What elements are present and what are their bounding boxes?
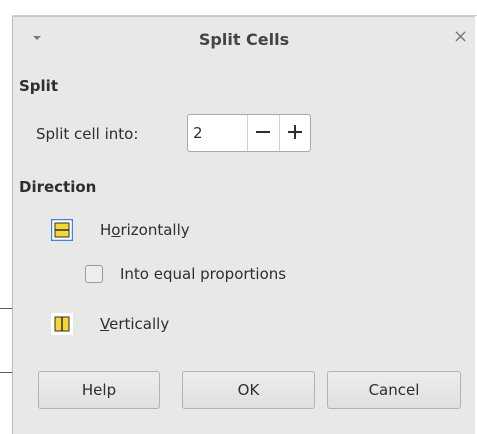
dialog-title: Split Cells <box>198 30 290 49</box>
ok-button[interactable]: OK <box>182 371 315 409</box>
horizontal-option-label[interactable]: Horizontally <box>100 221 190 239</box>
close-icon[interactable]: × <box>453 28 468 46</box>
help-button[interactable]: Help <box>38 371 160 409</box>
split-vertical-icon[interactable] <box>51 313 73 335</box>
split-cells-dialog: Split Cells × Split Split cell into: Dir… <box>12 16 475 434</box>
split-section-title: Split <box>19 77 58 95</box>
split-into-label: Split cell into: <box>36 125 139 143</box>
background-tick <box>0 372 12 373</box>
increment-button[interactable] <box>279 115 310 151</box>
decrement-button[interactable] <box>247 115 278 151</box>
direction-section-title: Direction <box>19 178 97 196</box>
split-horizontal-icon[interactable] <box>51 219 73 241</box>
vertical-option-label[interactable]: Vertically <box>100 315 169 333</box>
dialog-titlebar: Split Cells × <box>13 17 475 61</box>
minus-icon <box>256 131 270 133</box>
cancel-button[interactable]: Cancel <box>327 371 461 409</box>
equal-proportions-checkbox[interactable] <box>85 265 103 283</box>
equal-proportions-label[interactable]: Into equal proportions <box>120 265 286 283</box>
horizontal-label-pre: H <box>100 221 112 239</box>
background-tick <box>0 308 12 309</box>
horizontal-label-post: rizontally <box>120 221 190 239</box>
vertical-label-mnemonic: V <box>100 315 110 333</box>
vertical-label-post: ertically <box>109 315 170 333</box>
plus-icon <box>288 125 302 139</box>
background-strip <box>0 0 477 16</box>
split-count-input[interactable] <box>189 116 245 150</box>
split-count-spinner <box>187 114 311 152</box>
